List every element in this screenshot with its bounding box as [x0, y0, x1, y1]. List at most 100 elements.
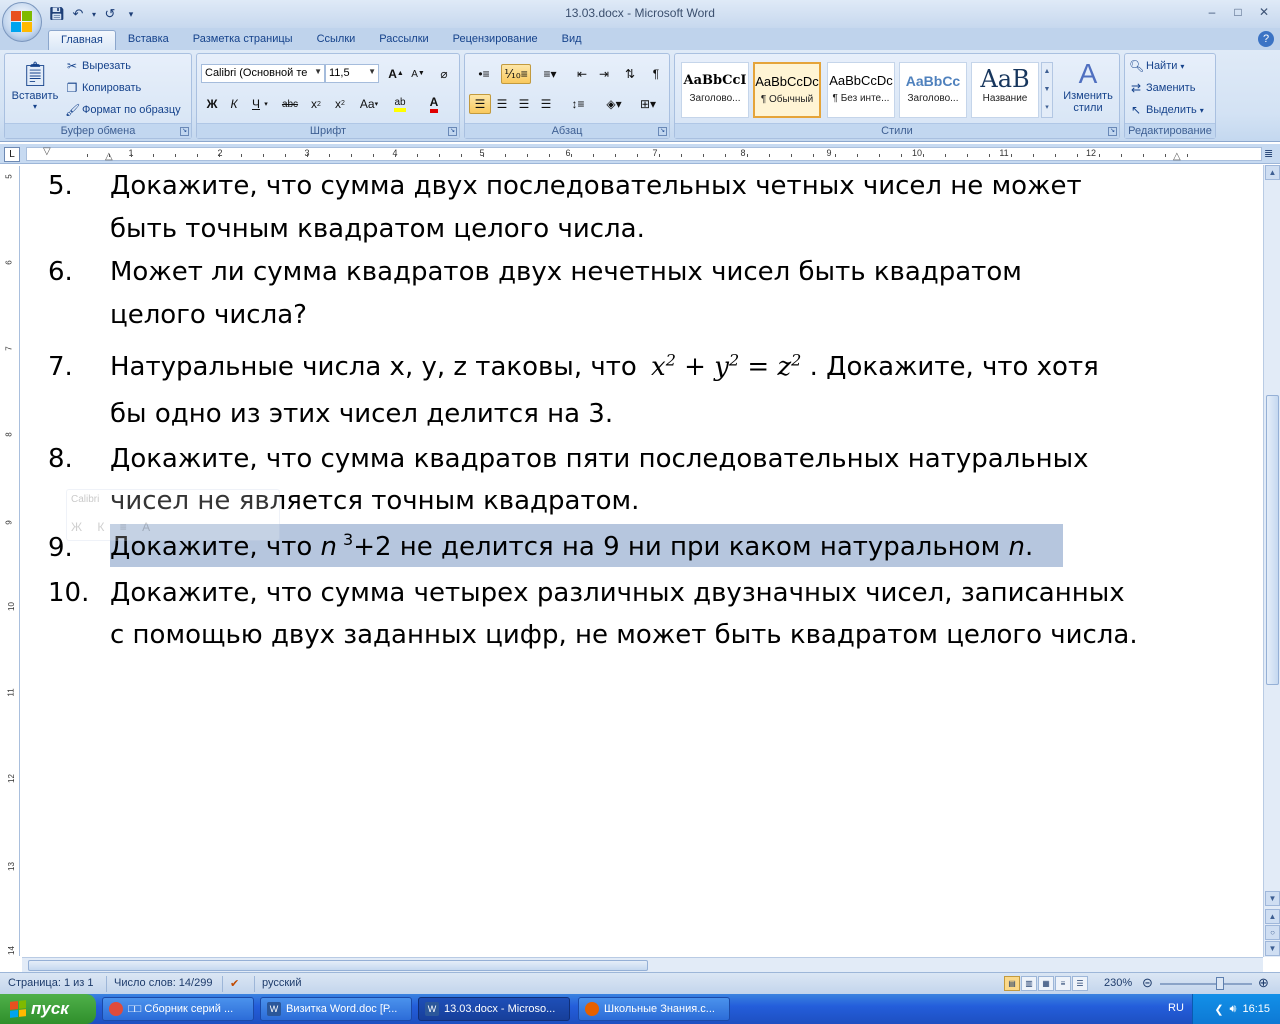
- style-heading1[interactable]: AaBbCcI Заголово...: [681, 62, 749, 118]
- style-normal[interactable]: AaBbCcDc ¶ Обычный: [753, 62, 821, 118]
- scroll-down-icon[interactable]: ▼: [1265, 891, 1280, 906]
- paste-button[interactable]: 📋︎ Вставить ▾: [9, 58, 61, 112]
- align-right-button[interactable]: ☰: [513, 94, 535, 114]
- zoom-slider-knob[interactable]: [1216, 977, 1224, 990]
- borders-icon: ⊞▾: [639, 97, 657, 111]
- office-button[interactable]: [2, 2, 42, 42]
- taskbar-item-word-active[interactable]: W 13.03.docx - Microso...: [418, 997, 570, 1021]
- tray-arrow-icon[interactable]: ❮: [1214, 1003, 1223, 1016]
- first-line-indent-marker[interactable]: ▽: [43, 146, 51, 157]
- right-indent-marker[interactable]: △: [1173, 151, 1181, 162]
- vertical-scroll-thumb[interactable]: [1266, 395, 1279, 685]
- taskbar-item-word-vizitka[interactable]: W Визитка Word.doc [Р...: [260, 997, 412, 1021]
- copy-button[interactable]: ❐ Копировать: [65, 78, 142, 98]
- bullets-button[interactable]: •≡: [469, 64, 499, 84]
- increase-indent-button[interactable]: ⇥: [593, 64, 615, 84]
- minimize-button[interactable]: –: [1200, 3, 1224, 21]
- style-heading2[interactable]: AaBbCc Заголово...: [899, 62, 967, 118]
- underline-dropdown-icon[interactable]: ▾: [261, 94, 271, 114]
- subscript-button[interactable]: x2: [305, 94, 327, 114]
- font-launcher-icon[interactable]: ↘: [448, 127, 457, 136]
- shading-button[interactable]: ◈▾: [599, 94, 629, 114]
- sort-button[interactable]: ⇅: [619, 64, 641, 84]
- grow-font-button[interactable]: A ▲: [385, 64, 407, 84]
- select-browse-object-icon[interactable]: ○: [1265, 925, 1280, 940]
- document-area[interactable]: 5. Докажите, что сумма двух последовател…: [22, 165, 1263, 957]
- clipboard-launcher-icon[interactable]: ↘: [180, 127, 189, 136]
- align-center-button[interactable]: ☰: [491, 94, 513, 114]
- multilevel-list-button[interactable]: ≡▾: [535, 64, 565, 84]
- help-icon[interactable]: ?: [1258, 31, 1274, 47]
- tab-mailings[interactable]: Рассылки: [367, 30, 440, 50]
- highlight-button[interactable]: ab: [389, 94, 411, 114]
- print-layout-view-icon[interactable]: ▤: [1004, 976, 1020, 991]
- styles-gallery-scroll[interactable]: ▲ ▼ ▾: [1041, 62, 1053, 118]
- web-layout-view-icon[interactable]: ▦: [1038, 976, 1054, 991]
- zoom-out-icon[interactable]: ⊝: [1142, 975, 1153, 991]
- clock[interactable]: 16:15: [1242, 1003, 1270, 1015]
- numbering-button[interactable]: ⅒≡: [501, 64, 531, 84]
- tab-references[interactable]: Ссылки: [305, 30, 368, 50]
- zoom-slider[interactable]: [1160, 983, 1252, 985]
- vertical-scrollbar[interactable]: ▲ ▼ ▲ ○ ▼: [1263, 165, 1280, 957]
- find-button[interactable]: 🔍︎ Найти ▾: [1129, 56, 1184, 76]
- mini-toolbar[interactable]: Calibri Ж К ≡ A: [66, 489, 280, 541]
- tab-home[interactable]: Главная: [48, 30, 116, 50]
- font-color-button[interactable]: A: [423, 94, 445, 114]
- start-button[interactable]: пуск: [0, 994, 96, 1024]
- close-button[interactable]: ✕: [1252, 3, 1276, 21]
- word-count[interactable]: Число слов: 14/299: [114, 977, 212, 989]
- strikethrough-button[interactable]: abc: [277, 94, 303, 114]
- italic-button[interactable]: К: [223, 94, 245, 114]
- view-ruler-icon[interactable]: ≣: [1264, 147, 1278, 161]
- align-left-button[interactable]: ☰: [469, 94, 491, 114]
- word-icon: W: [267, 1002, 281, 1016]
- taskbar-item-chrome[interactable]: □□ Сборник серий ...: [102, 997, 254, 1021]
- horizontal-scrollbar[interactable]: [22, 957, 1263, 972]
- superscript-button[interactable]: x2: [329, 94, 351, 114]
- paragraph-launcher-icon[interactable]: ↘: [658, 127, 667, 136]
- volume-icon[interactable]: 🔊︎: [1230, 1003, 1237, 1016]
- bold-button[interactable]: Ж: [201, 94, 223, 114]
- vertical-ruler[interactable]: 5 6 7 8 9 10 11 12 13 14: [4, 166, 20, 956]
- change-case-button[interactable]: Aa ▾: [355, 94, 383, 114]
- language-indicator[interactable]: русский: [262, 977, 301, 989]
- replace-button[interactable]: ⇄ Заменить: [1129, 78, 1195, 98]
- next-page-icon[interactable]: ▼: [1265, 941, 1280, 956]
- clear-formatting-button[interactable]: ⌀: [433, 64, 455, 84]
- borders-button[interactable]: ⊞▾: [633, 94, 663, 114]
- tab-view[interactable]: Вид: [550, 30, 594, 50]
- change-styles-button[interactable]: A Изменить стили: [1059, 58, 1117, 114]
- input-language[interactable]: RU: [1168, 1002, 1184, 1014]
- zoom-in-icon[interactable]: ⊕: [1258, 975, 1269, 991]
- line-spacing-button[interactable]: ↕≡: [563, 94, 593, 114]
- maximize-button[interactable]: □: [1226, 3, 1250, 21]
- font-size-combo[interactable]: 11,5 ▼: [325, 64, 379, 83]
- scroll-up-icon[interactable]: ▲: [1265, 165, 1280, 180]
- cut-button[interactable]: ✂ Вырезать: [65, 56, 131, 76]
- full-screen-reading-view-icon[interactable]: ▥: [1021, 976, 1037, 991]
- styles-launcher-icon[interactable]: ↘: [1108, 127, 1117, 136]
- horizontal-scroll-thumb[interactable]: [28, 960, 648, 971]
- show-formatting-button[interactable]: ¶: [645, 64, 667, 84]
- format-painter-button[interactable]: 🖌︎ Формат по образцу: [65, 100, 181, 120]
- outline-view-icon[interactable]: ≡: [1055, 976, 1071, 991]
- previous-page-icon[interactable]: ▲: [1265, 909, 1280, 924]
- tab-page-layout[interactable]: Разметка страницы: [181, 30, 305, 50]
- shrink-font-button[interactable]: A ▼: [407, 64, 429, 84]
- tab-insert[interactable]: Вставка: [116, 30, 181, 50]
- tab-review[interactable]: Рецензирование: [441, 30, 550, 50]
- taskbar-item-firefox[interactable]: Школьные Знания.с...: [578, 997, 730, 1021]
- horizontal-ruler[interactable]: 1 2 3 4 5 6 7 8 9 10 11 12 ▽ △ △: [26, 146, 1262, 162]
- select-button[interactable]: ↖ Выделить ▾: [1129, 100, 1204, 120]
- decrease-indent-button[interactable]: ⇤: [571, 64, 593, 84]
- font-name-combo[interactable]: Calibri (Основной те ▼: [201, 64, 325, 83]
- style-no-spacing[interactable]: AaBbCcDc ¶ Без инте...: [827, 62, 895, 118]
- page-count[interactable]: Страница: 1 из 1: [8, 977, 94, 989]
- draft-view-icon[interactable]: ☰: [1072, 976, 1088, 991]
- tab-selector-button[interactable]: L: [4, 147, 20, 162]
- style-title[interactable]: AaB Название: [971, 62, 1039, 118]
- justify-button[interactable]: ☰: [535, 94, 557, 114]
- zoom-level[interactable]: 230%: [1104, 977, 1132, 989]
- proofing-icon[interactable]: ✔︎: [230, 977, 239, 990]
